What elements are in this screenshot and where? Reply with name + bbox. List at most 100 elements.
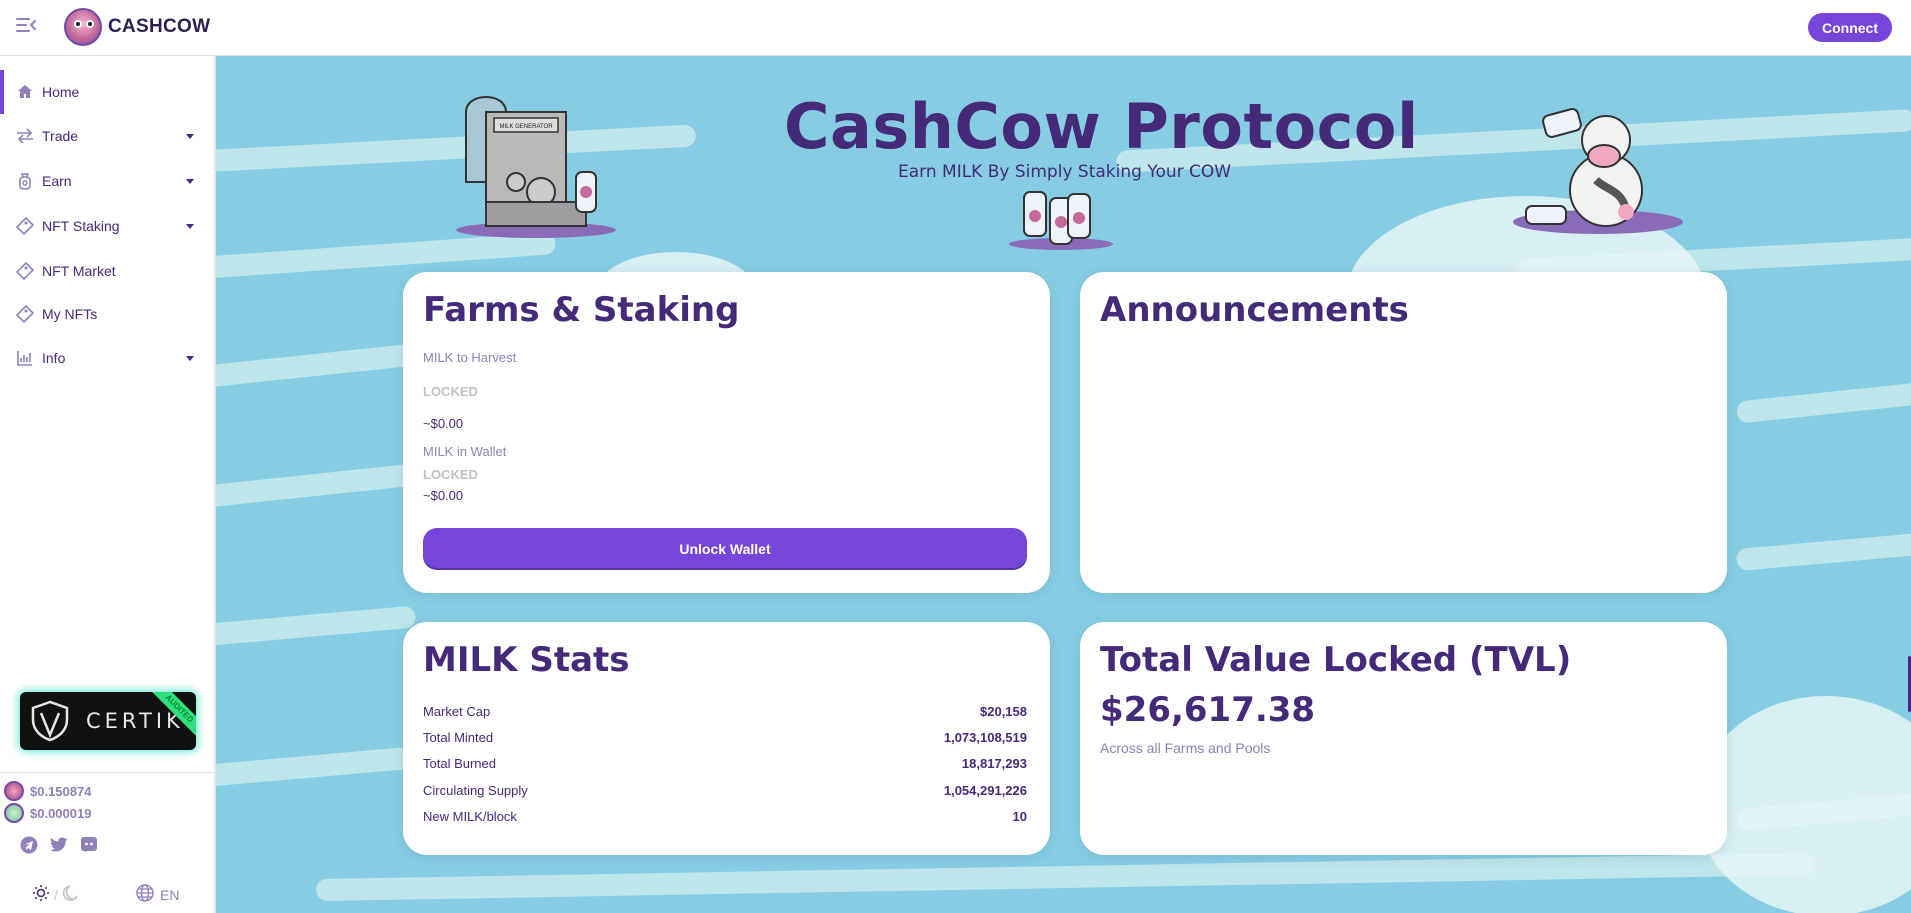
card-title: Announcements: [1100, 290, 1409, 330]
sky-stripe: [1735, 522, 1911, 572]
money-bag-icon: [16, 172, 34, 190]
ticket-icon: [16, 217, 34, 235]
cow-drinking-illustration: [1513, 108, 1683, 234]
certik-label: CERTIK: [86, 709, 184, 733]
sidebar-item-home[interactable]: Home: [0, 70, 214, 114]
sidebar-item-label: NFT Staking: [42, 218, 120, 234]
sun-icon: [32, 884, 50, 905]
stat-value: 18,817,293: [961, 756, 1027, 771]
card-title: Farms & Staking: [423, 290, 740, 330]
milk-bottles-illustration: [1009, 191, 1113, 250]
stat-label: Market Cap: [423, 704, 491, 719]
brand-name: CASHCOW: [108, 16, 211, 37]
stat-value: 1,073,108,519: [943, 730, 1027, 745]
card-title: Total Value Locked (TVL): [1100, 640, 1572, 680]
wallet-usd: ~$0.00: [423, 488, 464, 503]
stat-row: Total Minted 1,073,108,519: [423, 730, 1027, 750]
menu-toggle-icon[interactable]: [14, 14, 38, 36]
chevron-down-icon: [184, 175, 196, 187]
stat-label: Total Minted: [423, 730, 494, 745]
bar-chart-icon: [16, 349, 34, 367]
chevron-down-icon: [184, 352, 196, 364]
stat-row: Circulating Supply 1,054,291,226: [423, 783, 1027, 803]
hero-subtitle: Earn MILK By Simply Staking Your COW: [898, 162, 1232, 182]
sidebar-item-label: Trade: [42, 128, 79, 144]
cloud: [1696, 696, 1911, 913]
connect-button[interactable]: Connect: [1808, 13, 1892, 42]
moon-icon: [62, 884, 78, 905]
milk-to-harvest-label: MILK to Harvest: [423, 350, 517, 365]
swap-arrows-icon: [16, 127, 34, 145]
hero-title: CashCow Protocol: [784, 90, 1419, 163]
unlock-wallet-button[interactable]: Unlock Wallet: [423, 528, 1027, 570]
certik-audit-badge[interactable]: CERTIK AUDITED: [20, 692, 196, 750]
card-title: MILK Stats: [423, 640, 630, 680]
sidebar: Home Trade Earn NFT Staking NFT Market M…: [0, 56, 216, 913]
harvest-usd: ~$0.00: [423, 416, 464, 431]
sidebar-item-label: Info: [42, 350, 66, 366]
cow-logo-icon: [64, 8, 102, 46]
sky-stripe: [1735, 370, 1911, 424]
theme-separator: /: [54, 886, 58, 903]
tvl-card: Total Value Locked (TVL) $26,617.38 Acro…: [1080, 622, 1727, 855]
machine-label: MILK GENERATOR: [499, 124, 553, 130]
stat-value: 1,054,291,226: [943, 783, 1027, 798]
social-links: [20, 836, 98, 854]
sidebar-item-earn[interactable]: Earn: [0, 159, 214, 203]
language-selector[interactable]: EN: [136, 884, 179, 905]
sidebar-item-info[interactable]: Info: [0, 336, 214, 380]
sidebar-item-label: Home: [42, 84, 80, 100]
milk-stats-card: MILK Stats Market Cap $20,158 Total Mint…: [403, 622, 1050, 855]
sidebar-item-my-nfts[interactable]: My NFTs: [0, 292, 214, 336]
home-icon: [16, 83, 34, 101]
top-bar: CASHCOW Connect: [0, 0, 1911, 56]
main-content: MILK GENERATOR CashCow Protocol Earn MIL…: [216, 56, 1911, 913]
milk-generator-illustration: MILK GENERATOR: [456, 96, 616, 238]
stat-row: Market Cap $20,158: [423, 704, 1027, 724]
stat-row: New MILK/block 10: [423, 809, 1027, 829]
stat-label: New MILK/block: [423, 809, 517, 824]
milk-price-value: $0.000019: [30, 805, 92, 821]
stat-value: $20,158: [980, 704, 1027, 719]
cow-token-icon: [4, 781, 24, 801]
sky-stripe: [216, 605, 417, 649]
theme-toggle[interactable]: /: [32, 884, 78, 905]
certik-shield-icon: [31, 700, 69, 742]
ticket-icon: [16, 305, 34, 323]
announcements-card: Announcements: [1080, 272, 1727, 593]
cow-price[interactable]: $0.150874: [4, 781, 91, 801]
sky-stripe: [216, 343, 417, 391]
sidebar-item-nft-staking[interactable]: NFT Staking: [0, 204, 214, 248]
milk-in-wallet-label: MILK in Wallet: [423, 444, 507, 459]
chevron-down-icon: [184, 130, 196, 142]
stat-label: Total Burned: [423, 756, 496, 771]
stat-label: Circulating Supply: [423, 783, 528, 798]
harvest-status: LOCKED: [423, 384, 478, 399]
milk-price[interactable]: $0.000019: [4, 803, 91, 823]
sidebar-item-label: NFT Market: [42, 263, 116, 279]
sidebar-item-label: My NFTs: [42, 306, 98, 322]
farms-staking-card: Farms & Staking MILK to Harvest LOCKED ~…: [403, 272, 1050, 593]
chevron-down-icon: [184, 220, 196, 232]
stat-row: Total Burned 18,817,293: [423, 756, 1027, 776]
milk-token-icon: [4, 803, 24, 823]
sidebar-item-label: Earn: [42, 173, 72, 189]
telegram-icon[interactable]: [20, 836, 38, 854]
sidebar-divider: [0, 772, 214, 773]
brand-logo[interactable]: CASHCOW: [64, 8, 210, 46]
sidebar-footer: / EN: [0, 876, 214, 912]
wallet-status: LOCKED: [423, 467, 478, 482]
twitter-icon[interactable]: [50, 836, 68, 854]
sky-stripe: [315, 852, 1817, 902]
sidebar-item-trade[interactable]: Trade: [0, 114, 214, 158]
cow-price-value: $0.150874: [30, 783, 92, 799]
language-code: EN: [160, 886, 180, 903]
discord-icon[interactable]: [80, 836, 98, 854]
tvl-subtitle: Across all Farms and Pools: [1100, 740, 1271, 756]
sky-stripe: [216, 463, 417, 511]
globe-icon: [136, 884, 154, 905]
sidebar-item-nft-market[interactable]: NFT Market: [0, 249, 214, 293]
ticket-icon: [16, 262, 34, 280]
stat-value: 10: [1012, 809, 1027, 824]
tvl-value: $26,617.38: [1100, 690, 1316, 730]
